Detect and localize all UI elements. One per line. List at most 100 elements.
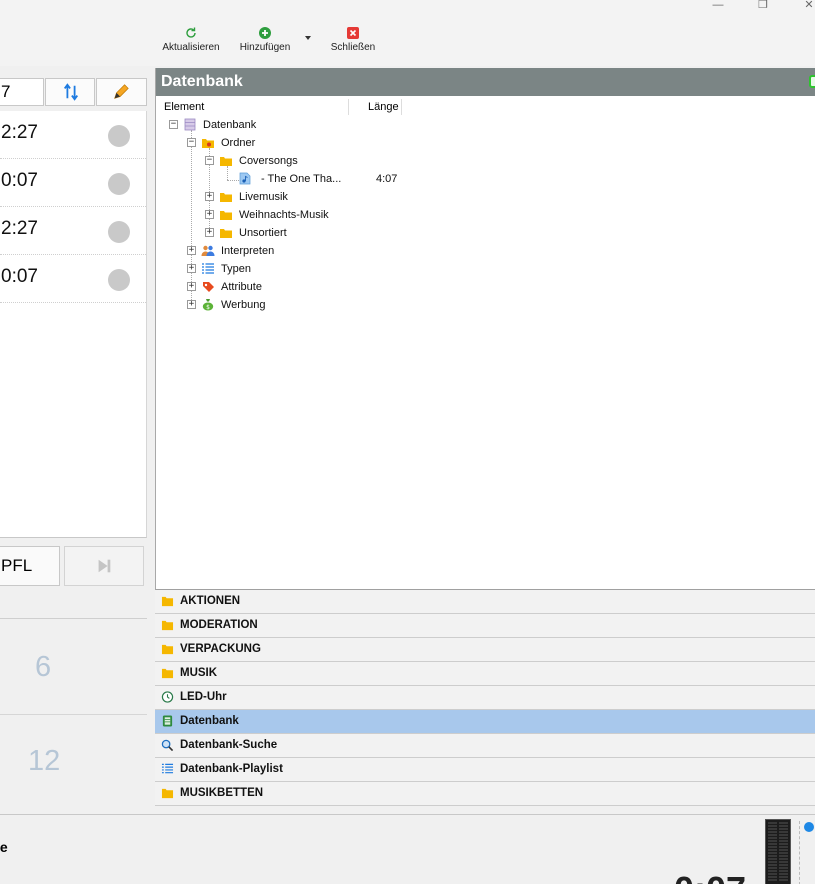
category-aktionen[interactable]: AKTIONEN <box>155 590 815 614</box>
tag-icon <box>203 282 214 292</box>
close-button[interactable]: Schließen <box>328 26 378 53</box>
tree-view: − Datenbank − Ordner − Coversongs - The … <box>156 116 815 356</box>
category-label: MUSIK <box>180 667 218 679</box>
category-label: LED-Uhr <box>180 691 227 703</box>
expand-icon[interactable]: + <box>205 210 214 219</box>
tree-label: Datenbank <box>203 119 257 131</box>
category-verpackung[interactable]: VERPACKUNG <box>155 638 815 662</box>
folder-icon <box>220 157 232 166</box>
database-icon <box>162 715 173 727</box>
volume-slider-handle[interactable] <box>804 822 814 832</box>
money-bag-icon: $ <box>202 299 214 311</box>
category-moderation[interactable]: MODERATION <box>155 614 815 638</box>
category-datenbank[interactable]: Datenbank <box>155 710 815 734</box>
playlist-list: 2:27 0:07 2:27 0:07 <box>0 111 147 538</box>
title-bar: — ❐ ✕ <box>0 0 815 18</box>
column-header-element[interactable]: Element <box>164 101 204 113</box>
collapse-icon[interactable]: − <box>205 156 214 165</box>
svg-text:$: $ <box>206 304 210 311</box>
tree-node-song[interactable]: - The One Tha... 4:07 <box>156 170 815 188</box>
counter-12: 12 <box>28 745 61 777</box>
add-dropdown-arrow[interactable] <box>305 36 311 40</box>
maximize-button[interactable]: ❐ <box>750 0 776 12</box>
refresh-label: Aktualisieren <box>162 42 220 53</box>
tree-label: Ordner <box>221 137 256 149</box>
category-label: Datenbank-Playlist <box>180 763 283 775</box>
sort-button[interactable] <box>45 78 95 106</box>
refresh-icon <box>186 27 196 38</box>
list-icon <box>161 763 174 774</box>
expand-icon[interactable]: + <box>205 192 214 201</box>
panel-header: Datenbank <box>156 68 815 96</box>
close-icon <box>347 27 359 39</box>
search-icon <box>161 739 174 751</box>
level-meter-bars <box>768 822 788 881</box>
category-label: Datenbank <box>180 715 239 727</box>
status-dot-icon <box>108 173 130 195</box>
toolbar: Aktualisieren Hinzufügen Schließen <box>0 18 815 66</box>
minimize-button[interactable]: — <box>705 0 731 12</box>
pfl-button[interactable]: PFL <box>0 546 60 586</box>
collapse-icon[interactable]: − <box>187 138 196 147</box>
edit-button[interactable] <box>96 78 147 106</box>
expand-icon[interactable]: + <box>205 228 214 237</box>
category-label: MUSIKBETTEN <box>180 787 264 799</box>
clock-icon <box>161 691 174 703</box>
list-item[interactable]: 0:07 <box>0 255 146 303</box>
folder-icon <box>161 644 174 655</box>
status-dot-icon <box>108 221 130 243</box>
close-window-button[interactable]: ✕ <box>796 0 815 12</box>
expand-icon[interactable]: + <box>187 264 196 273</box>
item-time: 0:07 <box>1 266 38 287</box>
category-musik[interactable]: MUSIK <box>155 662 815 686</box>
expand-icon[interactable]: + <box>187 246 196 255</box>
music-folder-icon <box>202 139 214 148</box>
tree-label: Typen <box>221 263 251 275</box>
category-label: Datenbank-Suche <box>180 739 278 751</box>
footer: le 0:07 <box>0 814 815 884</box>
counter-area: 6 12 <box>0 618 147 808</box>
category-label: MODERATION <box>180 619 258 631</box>
tree-label: Attribute <box>221 281 262 293</box>
expand-icon[interactable]: + <box>187 282 196 291</box>
category-led-uhr[interactable]: LED-Uhr <box>155 686 815 710</box>
tree-label: Interpreten <box>221 245 275 257</box>
category-list: AKTIONEN MODERATION VERPACKUNG MUSIK LED… <box>155 590 815 806</box>
item-time: 2:27 <box>1 122 38 143</box>
counter-6: 6 <box>35 651 52 683</box>
item-time: 2:27 <box>1 218 38 239</box>
tree-label: Weihnachts-Musik <box>239 209 329 221</box>
database-icon <box>184 118 196 131</box>
list-item[interactable]: 2:27 <box>0 111 146 159</box>
category-datenbank-suche[interactable]: Datenbank-Suche <box>155 734 815 758</box>
add-icon <box>259 27 271 39</box>
playlist-header: 7 <box>0 78 147 106</box>
divider <box>0 714 147 715</box>
folder-icon <box>161 668 174 679</box>
category-datenbank-playlist[interactable]: Datenbank-Playlist <box>155 758 815 782</box>
list-item[interactable]: 0:07 <box>0 159 146 207</box>
column-divider[interactable] <box>401 99 402 115</box>
column-headers: Element Länge <box>156 96 815 116</box>
sort-icon <box>63 83 79 101</box>
add-button[interactable]: Hinzufügen <box>235 26 295 53</box>
number-display: 7 <box>0 78 44 106</box>
footer-title: le <box>0 839 8 855</box>
category-label: AKTIONEN <box>180 595 241 607</box>
skip-next-button[interactable] <box>64 546 144 586</box>
pencil-icon <box>114 84 129 99</box>
column-divider[interactable] <box>348 99 349 115</box>
column-header-length[interactable]: Länge <box>368 101 399 113</box>
category-musikbetten[interactable]: MUSIKBETTEN <box>155 782 815 806</box>
folder-icon <box>161 620 174 631</box>
category-label: VERPACKUNG <box>180 643 261 655</box>
list-item[interactable]: 2:27 <box>0 207 146 255</box>
folder-icon <box>220 229 232 238</box>
collapse-icon[interactable]: − <box>169 120 178 129</box>
expand-icon[interactable]: + <box>187 300 196 309</box>
refresh-button[interactable]: Aktualisieren <box>159 26 223 53</box>
tree-length: 4:07 <box>376 173 398 185</box>
list-icon <box>202 263 214 274</box>
folder-icon <box>220 193 232 202</box>
volume-slider-track[interactable] <box>799 821 803 884</box>
